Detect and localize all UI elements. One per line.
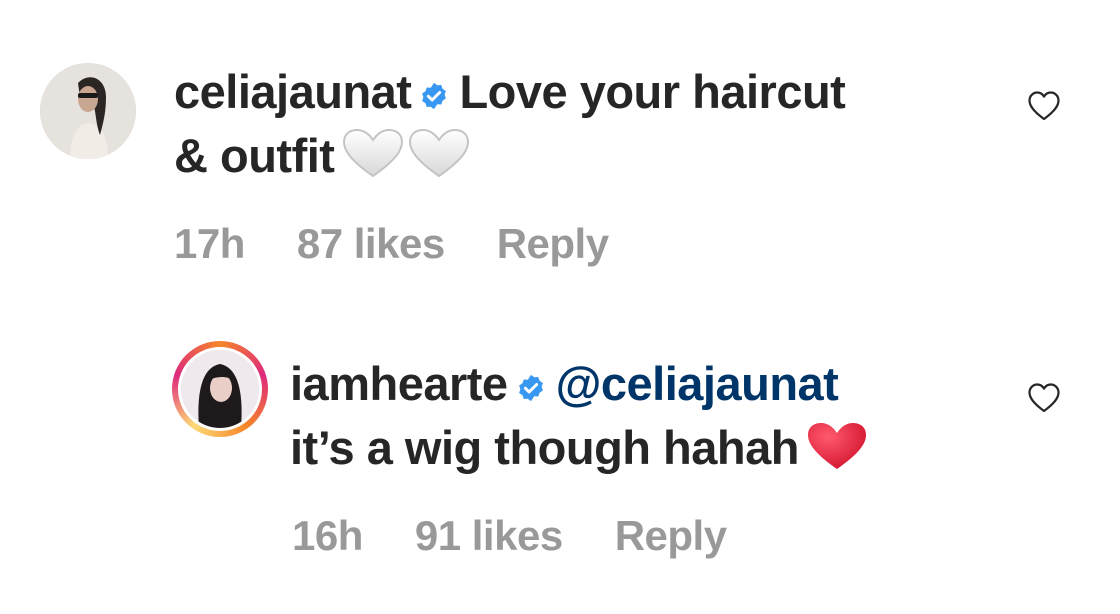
username[interactable]: celiajaunat bbox=[174, 65, 412, 118]
verified-badge-icon bbox=[422, 82, 447, 110]
likes-count[interactable]: 91 likes bbox=[415, 512, 563, 559]
avatar[interactable] bbox=[40, 63, 136, 159]
avatar-image bbox=[181, 350, 259, 428]
timestamp: 17h bbox=[174, 220, 245, 267]
mention-link[interactable]: @celiajaunat bbox=[556, 357, 839, 410]
timestamp: 16h bbox=[292, 512, 363, 559]
avatar[interactable] bbox=[178, 347, 262, 431]
comment-line-1: iamhearte @celiajaunat bbox=[290, 352, 869, 416]
comment-line-2: it’s a wig though hahah bbox=[290, 416, 869, 488]
comment-text: iamhearte @celiajaunat it’s a wig though… bbox=[290, 352, 869, 488]
story-ring[interactable] bbox=[172, 341, 268, 437]
comments-screen: { "comments": [ { "username": "celiajaun… bbox=[0, 0, 1120, 614]
red-heart-icon bbox=[805, 420, 869, 488]
comment-meta: 16h 91 likes Reply bbox=[292, 512, 727, 560]
verified-badge-icon bbox=[518, 374, 543, 402]
comment-message-cont: & outfit bbox=[174, 129, 335, 182]
heart-like-icon[interactable] bbox=[1027, 382, 1061, 414]
comment-line-1: celiajaunat Love your haircut bbox=[174, 60, 846, 124]
comment-line-2: & outfit bbox=[174, 124, 845, 196]
likes-count[interactable]: 87 likes bbox=[297, 220, 445, 267]
reply-button[interactable]: Reply bbox=[497, 220, 609, 267]
avatar-image bbox=[40, 63, 136, 159]
white-heart-icon bbox=[340, 128, 472, 196]
username[interactable]: iamhearte bbox=[290, 357, 508, 410]
comment-meta: 17h 87 likes Reply bbox=[174, 220, 609, 268]
comment-message: Love your haircut bbox=[459, 65, 846, 118]
comment-message: it’s a wig though hahah bbox=[290, 421, 799, 474]
heart-like-icon[interactable] bbox=[1027, 90, 1061, 122]
reply-button[interactable]: Reply bbox=[615, 512, 727, 559]
comment-text: celiajaunat Love your haircut & outfit bbox=[174, 60, 846, 196]
